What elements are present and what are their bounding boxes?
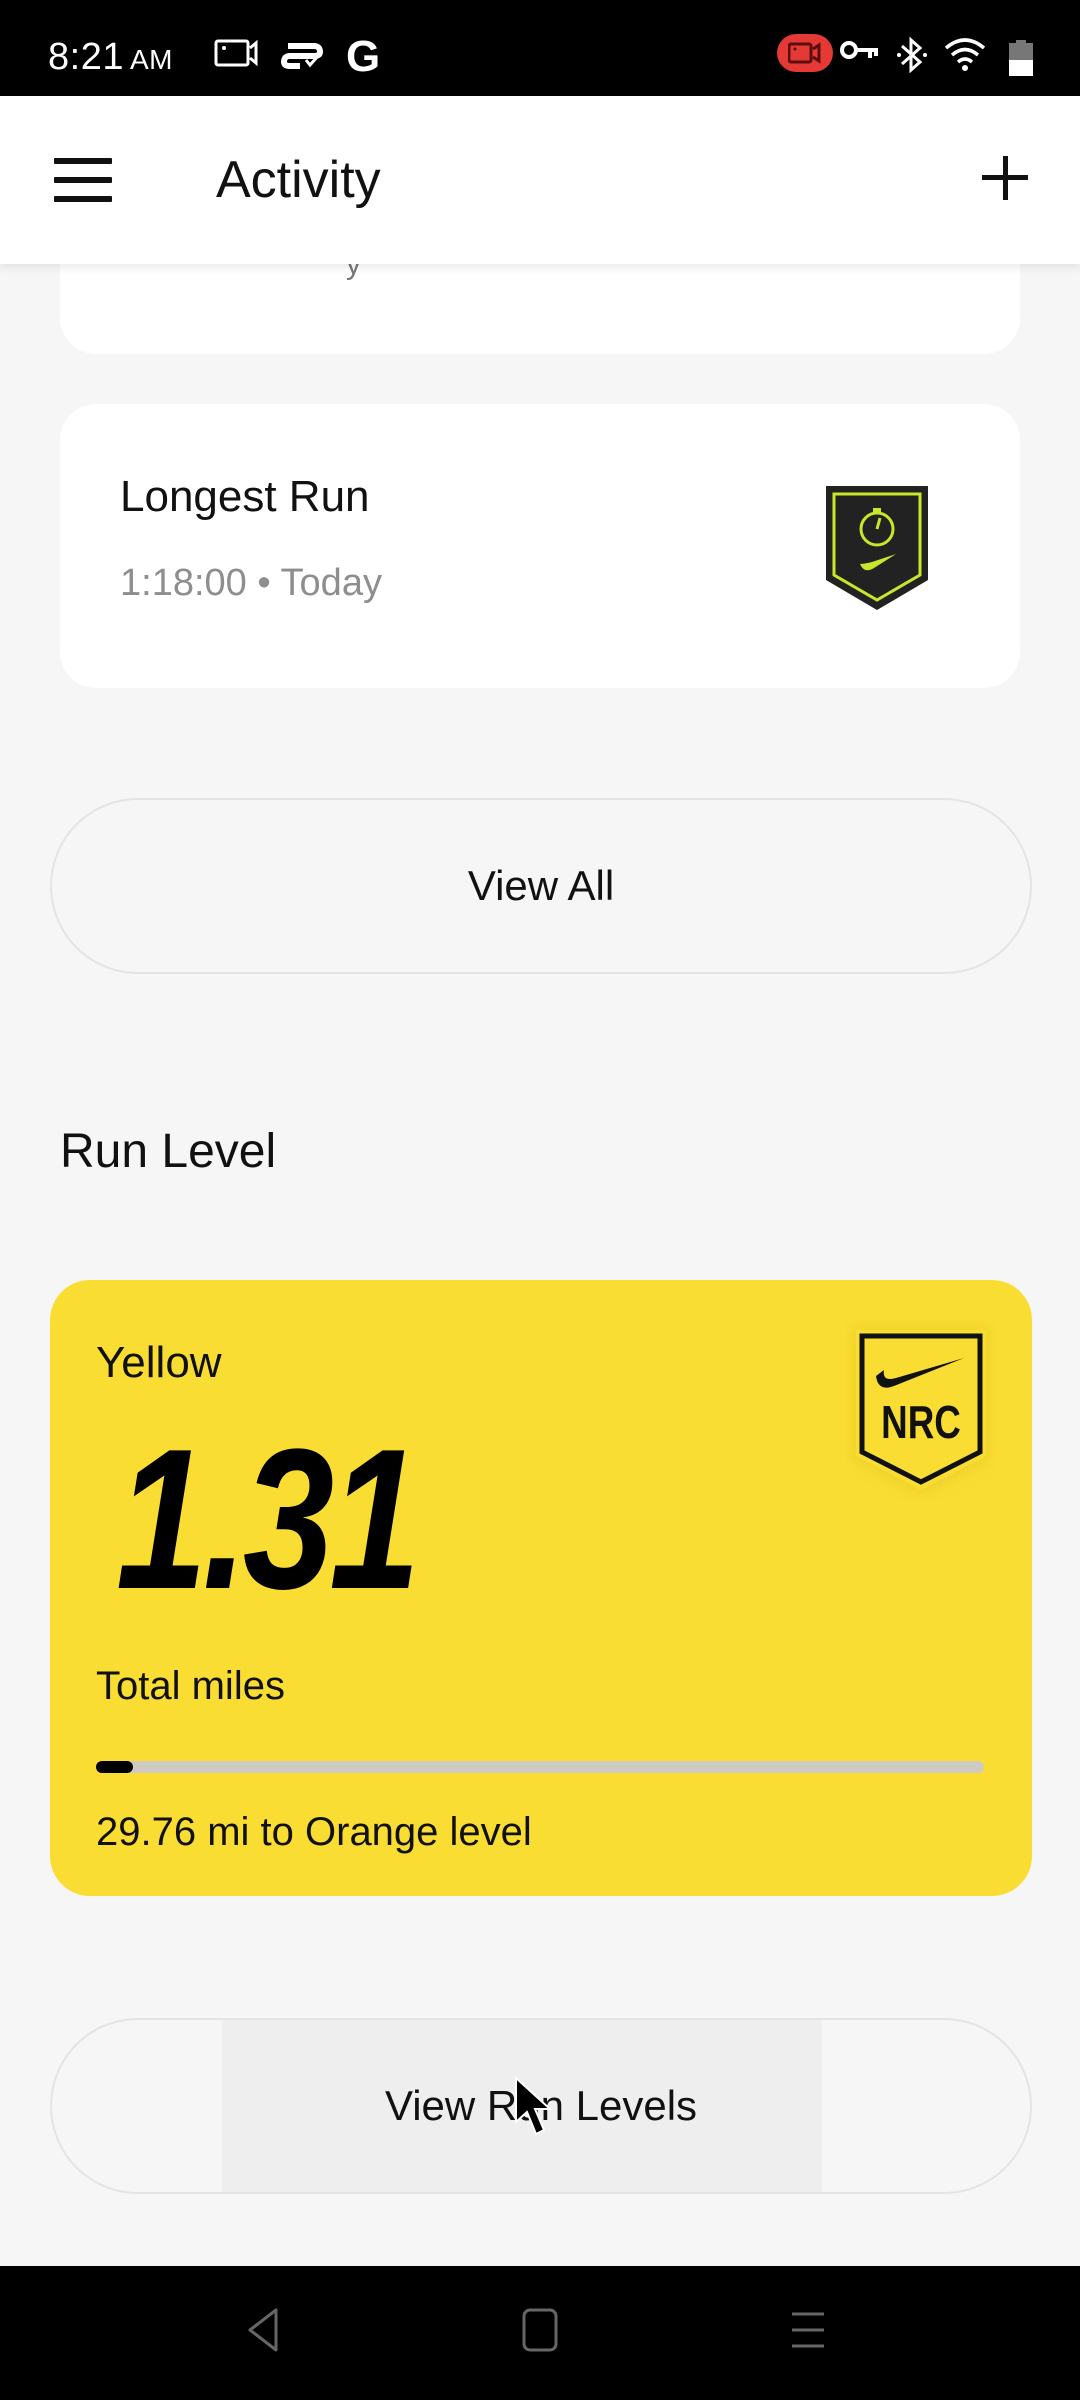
total-miles-label: Total miles (96, 1664, 285, 1708)
achievement-card-longest-run[interactable]: Longest Run 1:18:00 • Today (60, 404, 1020, 688)
view-all-button[interactable]: View All (50, 798, 1032, 974)
app-bar: Activity (0, 96, 1080, 264)
recents-icon[interactable] (788, 2306, 828, 2359)
stopwatch-badge-icon (824, 484, 930, 614)
run-level-name: Yellow (96, 1338, 222, 1387)
run-level-card[interactable]: Yellow 1.31 Total miles 29.76 mi to Oran… (50, 1280, 1032, 1896)
run-level-section-title: Run Level (60, 1125, 277, 1178)
run-level-progress-fill (96, 1761, 134, 1773)
back-icon[interactable] (244, 2306, 284, 2359)
page-title: Activity (216, 151, 381, 209)
view-all-label: View All (467, 862, 615, 909)
activity-content[interactable]: y Longest Run 1:18:00 • Today View All R… (0, 0, 1080, 2266)
plus-icon[interactable] (982, 156, 1030, 204)
nrc-badge-icon: NRC (846, 1320, 996, 1500)
achievement-value: 1:18:00 (120, 562, 247, 604)
mouse-cursor-icon (514, 2075, 558, 2143)
run-level-total-miles: 1.31 (116, 1408, 420, 1631)
hamburger-menu-icon[interactable] (54, 158, 112, 202)
nrc-badge-text: NRC (881, 1396, 961, 1448)
achievement-title: Longest Run (120, 472, 370, 521)
run-level-progress-bar (96, 1761, 984, 1773)
achievement-date: Today (280, 562, 382, 604)
achievement-subtitle: 1:18:00 • Today (120, 562, 382, 605)
system-nav-bar (0, 2266, 1080, 2400)
run-level-remaining: 29.76 mi to Orange level (96, 1810, 532, 1854)
achievement-separator: • (257, 562, 271, 604)
home-icon[interactable] (520, 2306, 560, 2359)
